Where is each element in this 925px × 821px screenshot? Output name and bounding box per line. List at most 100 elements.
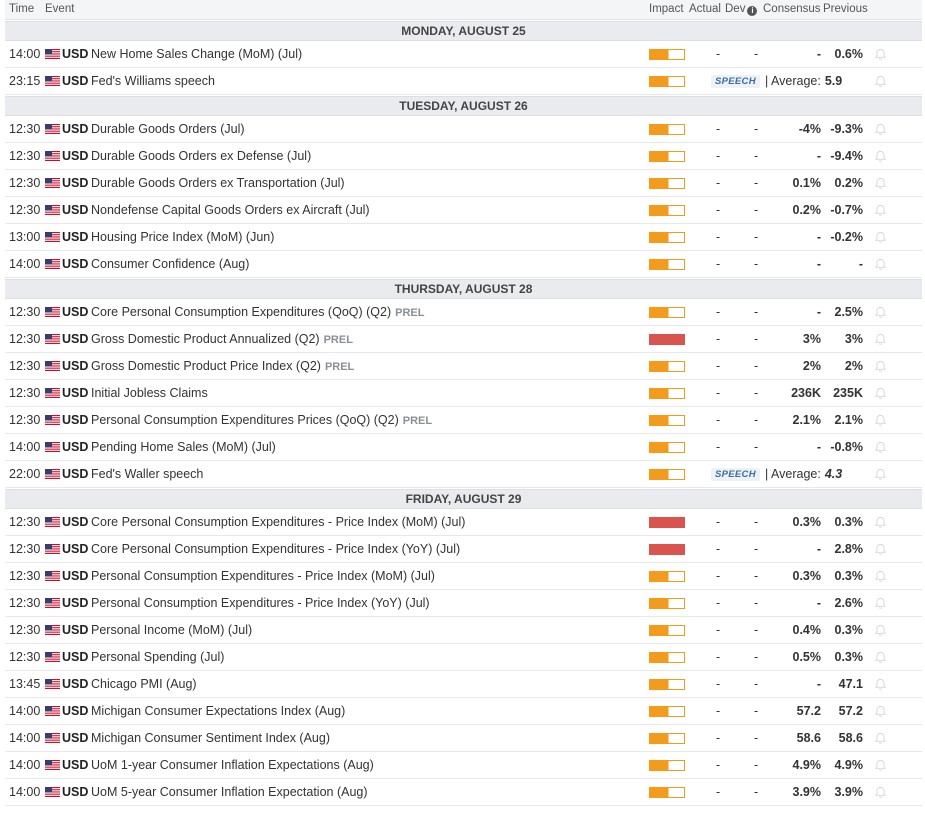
event-row[interactable]: 12:30 USD Gross Domestic Product Price Ind… xyxy=(5,353,922,380)
event-name[interactable]: Gross Domestic Product Price Index (Q2) xyxy=(91,359,321,373)
bell-icon[interactable] xyxy=(874,306,887,319)
event-row[interactable]: 12:30 USD Personal Consumption Expenditure… xyxy=(5,590,922,617)
event-name[interactable]: Durable Goods Orders (Jul) xyxy=(91,122,245,136)
bell-icon[interactable] xyxy=(874,48,887,61)
event-row[interactable]: 13:45 USD Chicago PMI (Aug) - - - 47.1 xyxy=(5,671,922,698)
event-row[interactable]: 22:00 USD Fed's Waller speech SPEECH | Avera… xyxy=(5,461,922,488)
event-row[interactable]: 12:30 USD Durable Goods Orders ex Defense … xyxy=(5,143,922,170)
event-row[interactable]: 13:00 USD Housing Price Index (MoM) (Jun) -… xyxy=(5,224,922,251)
actual-value: - xyxy=(716,704,721,718)
event-name[interactable]: New Home Sales Change (MoM) (Jul) xyxy=(91,47,302,61)
event-name[interactable]: Core Personal Consumption Expenditures -… xyxy=(91,542,460,556)
bell-icon[interactable] xyxy=(874,177,887,190)
bell-icon[interactable] xyxy=(874,204,887,217)
currency-code: USD xyxy=(62,47,89,61)
us-flag-icon xyxy=(45,205,60,215)
actual-value: - xyxy=(716,440,721,454)
event-name[interactable]: Fed's Waller speech xyxy=(91,467,203,481)
event-row[interactable]: 12:30 USD Durable Goods Orders (Jul) - - -4% -… xyxy=(5,116,922,143)
impact-bar xyxy=(649,442,685,453)
event-name[interactable]: UoM 1-year Consumer Inflation Expectatio… xyxy=(91,758,374,772)
event-row[interactable]: 12:30 USD Personal Income (MoM) (Jul) - - 0.4… xyxy=(5,617,922,644)
event-name[interactable]: Nondefense Capital Goods Orders ex Aircr… xyxy=(91,203,370,217)
bell-icon[interactable] xyxy=(874,75,887,88)
bell-icon[interactable] xyxy=(874,150,887,163)
bell-icon[interactable] xyxy=(874,333,887,346)
event-name[interactable]: Initial Jobless Claims xyxy=(91,386,208,400)
header-consensus[interactable]: Consensus xyxy=(763,3,821,15)
bell-icon[interactable] xyxy=(874,387,887,400)
event-row[interactable]: 14:00 USD Michigan Consumer Expectations I… xyxy=(5,698,922,725)
bell-icon[interactable] xyxy=(874,624,887,637)
event-row[interactable]: 14:00 USD New Home Sales Change (MoM) (Jul… xyxy=(5,41,922,68)
currency-code: USD xyxy=(62,785,89,799)
bell-icon[interactable] xyxy=(874,123,887,136)
event-name[interactable]: Durable Goods Orders ex Defense (Jul) xyxy=(91,149,311,163)
header-event[interactable]: Event xyxy=(45,3,74,15)
event-name[interactable]: Pending Home Sales (MoM) (Jul) xyxy=(91,440,276,454)
event-row[interactable]: 14:00 USD Consumer Confidence (Aug) - - - - xyxy=(5,251,922,278)
event-row[interactable]: 12:30 USD Core Personal Consumption Expend… xyxy=(5,509,922,536)
previous-value: 0.3% xyxy=(834,569,864,583)
bell-icon[interactable] xyxy=(874,786,887,799)
event-row[interactable]: 12:30 USD Nondefense Capital Goods Orders … xyxy=(5,197,922,224)
event-row[interactable]: 12:30 USD Durable Goods Orders ex Transpor… xyxy=(5,170,922,197)
bell-icon[interactable] xyxy=(874,468,887,481)
event-name[interactable]: Personal Consumption Expenditures Prices… xyxy=(91,413,399,427)
bell-icon[interactable] xyxy=(874,732,887,745)
previous-value: 2.1% xyxy=(834,413,864,427)
event-name[interactable]: UoM 5-year Consumer Inflation Expectatio… xyxy=(91,785,368,799)
event-row[interactable]: 12:30 USD Personal Consumption Expenditure… xyxy=(5,563,922,590)
event-name[interactable]: Michigan Consumer Expectations Index (Au… xyxy=(91,704,345,718)
bell-icon[interactable] xyxy=(874,543,887,556)
bell-icon[interactable] xyxy=(874,441,887,454)
bell-icon[interactable] xyxy=(874,570,887,583)
bell-icon[interactable] xyxy=(874,678,887,691)
bell-icon[interactable] xyxy=(874,258,887,271)
bell-icon[interactable] xyxy=(874,651,887,664)
consensus-value: 0.1% xyxy=(792,176,822,190)
previous-value: -9.3% xyxy=(830,122,863,136)
header-actual[interactable]: Actual xyxy=(689,3,721,15)
event-time: 12:30 xyxy=(9,515,41,529)
bell-icon[interactable] xyxy=(874,414,887,427)
event-name[interactable]: Core Personal Consumption Expenditures -… xyxy=(91,515,465,529)
event-name[interactable]: Durable Goods Orders ex Transportation (… xyxy=(91,176,345,190)
event-name[interactable]: Michigan Consumer Sentiment Index (Aug) xyxy=(91,731,330,745)
event-name[interactable]: Fed's Williams speech xyxy=(91,74,215,88)
impact-bar xyxy=(649,598,685,609)
header-time[interactable]: Time xyxy=(9,3,34,15)
bell-icon[interactable] xyxy=(874,597,887,610)
event-row[interactable]: 12:30 USD Core Personal Consumption Expend… xyxy=(5,536,922,563)
event-name[interactable]: Chicago PMI (Aug) xyxy=(91,677,197,691)
event-name[interactable]: Personal Spending (Jul) xyxy=(91,650,224,664)
event-row[interactable]: 14:00 USD UoM 5-year Consumer Inflation Ex… xyxy=(5,779,922,806)
event-row[interactable]: 12:30 USD Initial Jobless Claims - - 236K 235K xyxy=(5,380,922,407)
event-row[interactable]: 14:00 USD Pending Home Sales (MoM) (Jul) - -… xyxy=(5,434,922,461)
event-name[interactable]: Personal Income (MoM) (Jul) xyxy=(91,623,252,637)
header-impact[interactable]: Impact xyxy=(649,3,684,15)
event-row[interactable]: 14:00 USD Michigan Consumer Sentiment Inde… xyxy=(5,725,922,752)
event-row[interactable]: 12:30 USD Personal Consumption Expenditure… xyxy=(5,407,922,434)
event-name[interactable]: Consumer Confidence (Aug) xyxy=(91,257,249,271)
event-name[interactable]: Gross Domestic Product Annualized (Q2) xyxy=(91,332,320,346)
event-name[interactable]: Personal Consumption Expenditures - Pric… xyxy=(91,569,435,583)
bell-icon[interactable] xyxy=(874,360,887,373)
bell-icon[interactable] xyxy=(874,759,887,772)
event-name[interactable]: Housing Price Index (MoM) (Jun) xyxy=(91,230,274,244)
bell-icon[interactable] xyxy=(874,516,887,529)
header-dev[interactable]: Dev xyxy=(725,3,745,15)
event-name[interactable]: Personal Consumption Expenditures - Pric… xyxy=(91,596,430,610)
event-row[interactable]: 12:30 USD Gross Domestic Product Annualize… xyxy=(5,326,922,353)
event-row[interactable]: 23:15 USD Fed's Williams speech SPEECH | Ave… xyxy=(5,68,922,95)
info-icon[interactable]: i xyxy=(747,6,758,16)
impact-bar xyxy=(649,733,685,744)
actual-value: - xyxy=(716,122,721,136)
header-previous[interactable]: Previous xyxy=(823,3,868,15)
event-name[interactable]: Core Personal Consumption Expenditures (… xyxy=(91,305,391,319)
bell-icon[interactable] xyxy=(874,705,887,718)
event-row[interactable]: 14:00 USD UoM 1-year Consumer Inflation Ex… xyxy=(5,752,922,779)
bell-icon[interactable] xyxy=(874,231,887,244)
event-row[interactable]: 12:30 USD Personal Spending (Jul) - - 0.5% 0.3… xyxy=(5,644,922,671)
event-row[interactable]: 12:30 USD Core Personal Consumption Expend… xyxy=(5,299,922,326)
